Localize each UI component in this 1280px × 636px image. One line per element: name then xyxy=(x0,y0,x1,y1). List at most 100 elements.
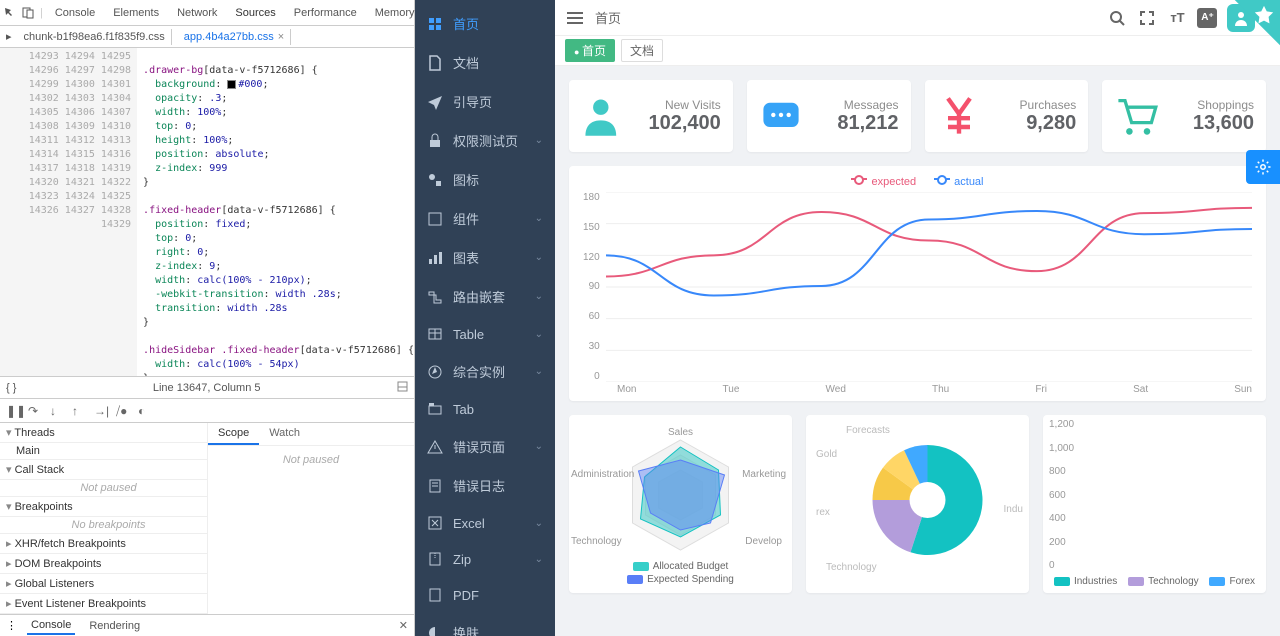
sidebar-label: 错误日志 xyxy=(453,476,505,495)
user-icon xyxy=(581,94,625,138)
acc-callstack[interactable]: Call Stack xyxy=(0,460,207,480)
sidebar-label: Zip xyxy=(453,552,471,567)
theme-icon xyxy=(427,625,443,636)
device-icon[interactable] xyxy=(22,6,34,20)
sidebar-item-13[interactable]: Excel⌄ xyxy=(415,505,555,541)
visited-tab-0[interactable]: 首页 xyxy=(565,39,615,62)
compass-icon xyxy=(427,364,443,380)
pause-exceptions-icon[interactable]: ◐ xyxy=(138,404,152,418)
chevron-down-icon: ⌄ xyxy=(535,252,543,263)
step-over-icon[interactable]: ↷ xyxy=(28,404,42,418)
drawer-console[interactable]: Console xyxy=(27,617,75,635)
visited-tab-1[interactable]: 文档 xyxy=(621,39,663,62)
line-chart-panel: expected actual 1801501209060300 MonTueW… xyxy=(569,166,1266,401)
radar-axis-4: Technology xyxy=(571,536,622,547)
pie-panel: Forecasts Gold Indu rex Technology xyxy=(806,415,1029,593)
drawer: ⋮ Console Rendering ✕ xyxy=(0,614,414,636)
lang-icon[interactable]: A⁺ xyxy=(1197,8,1217,28)
chevron-down-icon: ⌄ xyxy=(535,135,543,146)
search-icon[interactable] xyxy=(1107,8,1127,28)
sidebar-item-16[interactable]: 换肤 xyxy=(415,613,555,636)
tab-memory[interactable]: Memory xyxy=(369,3,421,23)
acc-event-listener-bp[interactable]: Event Listener Breakpoints xyxy=(0,594,207,614)
chevron-down-icon: ⌄ xyxy=(535,366,543,377)
line-chart xyxy=(606,192,1252,382)
table-icon xyxy=(427,326,443,342)
sidebar[interactable]: 首页文档引导页权限测试页 ⌄ 图标组件⌄图表⌄路由嵌套⌄Table⌄综合实例⌄Tab… xyxy=(415,0,555,636)
pie-lbl-indu: Indu xyxy=(1004,504,1023,515)
scope-not-paused: Not paused xyxy=(208,446,414,474)
sidebar-item-5[interactable]: 组件⌄ xyxy=(415,199,555,238)
thread-main[interactable]: Main xyxy=(0,443,207,460)
stat-card-3[interactable]: Shoppings13,600 xyxy=(1102,80,1266,152)
acc-xhr[interactable]: XHR/fetch Breakpoints xyxy=(0,534,207,554)
sidebar-item-12[interactable]: 错误日志 xyxy=(415,466,555,505)
sidebar-item-3[interactable]: 权限测试页 ⌄ xyxy=(415,121,555,160)
close-icon[interactable]: × xyxy=(278,31,284,43)
deactivate-bp-icon[interactable]: ⧸● xyxy=(116,404,130,418)
sidebar-label: PDF xyxy=(453,588,479,603)
tab-console[interactable]: Console xyxy=(49,3,101,23)
coverage-icon[interactable] xyxy=(397,381,408,395)
tab-performance[interactable]: Performance xyxy=(288,3,363,23)
file-tabs: ▸ chunk-b1f98ea6.f1f835f9.css app.4b4a27… xyxy=(0,26,414,48)
sidebar-item-14[interactable]: Zip⌄ xyxy=(415,541,555,577)
acc-global-listeners[interactable]: Global Listeners xyxy=(0,574,207,594)
acc-dom[interactable]: DOM Breakpoints xyxy=(0,554,207,574)
tab-elements[interactable]: Elements xyxy=(107,3,165,23)
sidebar-item-8[interactable]: Table⌄ xyxy=(415,316,555,352)
debug-toolbar: ❚❚ ↷ ↓ ↑ →| ⧸● ◐ xyxy=(0,398,414,422)
sidebar-label: 文档 xyxy=(453,53,479,72)
scope-tab[interactable]: Scope xyxy=(208,423,259,445)
line-legend: expected actual xyxy=(583,176,1252,188)
pause-icon[interactable]: ❚❚ xyxy=(6,404,20,418)
panel-row: Sales Marketing Develop Technology Admin… xyxy=(569,415,1266,593)
drawer-close-icon[interactable]: ✕ xyxy=(399,619,408,632)
code-area[interactable]: .drawer-bg[data-v-f5712686] { background… xyxy=(137,48,414,376)
sidebar-item-0[interactable]: 首页 xyxy=(415,4,555,43)
stat-card-1[interactable]: Messages81,212 xyxy=(747,80,911,152)
sidebar-label: 权限测试页 xyxy=(453,131,518,150)
settings-fab[interactable] xyxy=(1246,150,1280,184)
stat-card-0[interactable]: New Visits102,400 xyxy=(569,80,733,152)
font-size-icon[interactable]: тT xyxy=(1167,8,1187,28)
pie-lbl-rex: rex xyxy=(816,507,830,518)
stat-card-2[interactable]: Purchases9,280 xyxy=(925,80,1089,152)
devtools-toolbar: | Console Elements Network Sources Perfo… xyxy=(0,0,414,26)
sidebar-item-10[interactable]: Tab xyxy=(415,391,555,427)
drawer-menu-icon[interactable]: ⋮ xyxy=(6,619,17,632)
pretty-print-icon[interactable]: { } xyxy=(6,382,16,394)
acc-threads[interactable]: Threads xyxy=(0,423,207,443)
step-into-icon[interactable]: ↓ xyxy=(50,404,64,418)
tab-network[interactable]: Network xyxy=(171,3,223,23)
navigator-icon[interactable]: ▸ xyxy=(6,30,12,43)
card-title: Purchases xyxy=(993,98,1077,112)
radar-axis-2: Develop xyxy=(745,536,782,547)
file-tab-0[interactable]: chunk-b1f98ea6.f1f835f9.css xyxy=(18,29,172,45)
sidebar-item-2[interactable]: 引导页 xyxy=(415,82,555,121)
hamburger-icon[interactable] xyxy=(565,8,585,28)
legend-expected[interactable]: expected xyxy=(851,176,916,188)
acc-breakpoints[interactable]: Breakpoints xyxy=(0,497,207,517)
fullscreen-icon[interactable] xyxy=(1137,8,1157,28)
sidebar-item-1[interactable]: 文档 xyxy=(415,43,555,82)
drawer-rendering[interactable]: Rendering xyxy=(85,618,144,634)
tab-sources[interactable]: Sources xyxy=(229,3,281,23)
step-icon[interactable]: →| xyxy=(94,404,108,418)
watch-tab[interactable]: Watch xyxy=(259,423,310,445)
sidebar-item-6[interactable]: 图表⌄ xyxy=(415,238,555,277)
sidebar-item-4[interactable]: 图标 xyxy=(415,160,555,199)
sidebar-item-9[interactable]: 综合实例⌄ xyxy=(415,352,555,391)
legend-actual[interactable]: actual xyxy=(934,176,983,188)
inspect-icon[interactable] xyxy=(4,6,16,20)
source-editor[interactable]: 14293 14294 14295 14296 14297 14298 1429… xyxy=(0,48,414,376)
debug-panes: Threads Main Call Stack Not paused Break… xyxy=(0,422,414,614)
step-out-icon[interactable]: ↑ xyxy=(72,404,86,418)
cursor-position: Line 13647, Column 5 xyxy=(153,382,261,394)
file-tab-1[interactable]: app.4b4a27bb.css× xyxy=(178,29,291,45)
sidebar-item-11[interactable]: 错误页面⌄ xyxy=(415,427,555,466)
github-corner[interactable] xyxy=(1216,0,1280,64)
sidebar-item-15[interactable]: PDF xyxy=(415,577,555,613)
lock-icon xyxy=(427,133,443,149)
sidebar-item-7[interactable]: 路由嵌套⌄ xyxy=(415,277,555,316)
